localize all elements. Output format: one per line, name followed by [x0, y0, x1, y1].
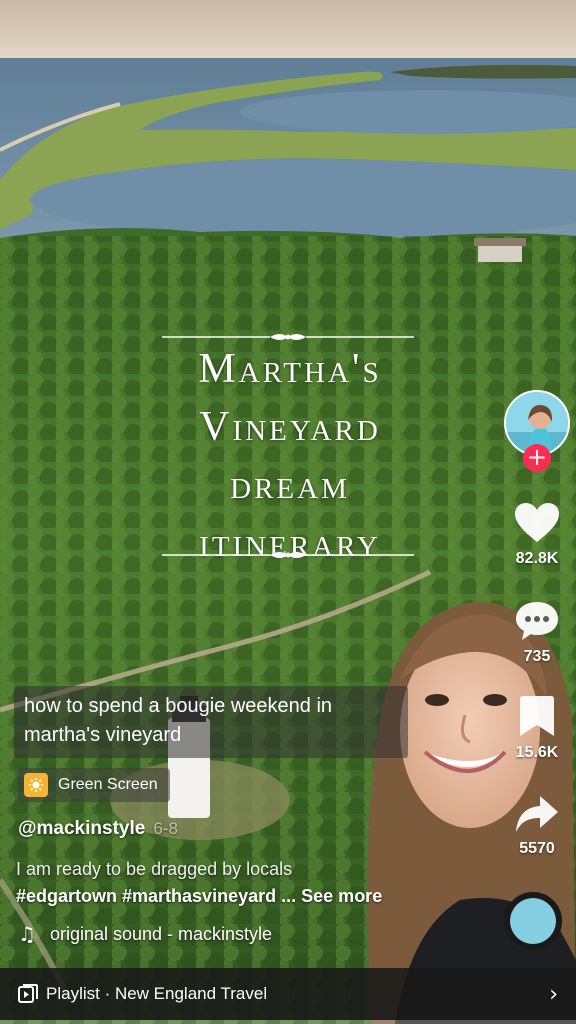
comment-count: 735	[523, 648, 551, 665]
effect-label: Green Screen	[58, 776, 158, 793]
green-screen-effect-icon	[24, 773, 48, 797]
sound-label: original sound - mackinstyle	[49, 923, 273, 944]
bottom-flourish-divider	[162, 552, 414, 558]
chevron-right-icon: ›	[549, 982, 558, 1007]
video-title-overlay: Martha's Vineyard dream itinerary	[150, 340, 430, 572]
playback-progress-bar[interactable]	[0, 1020, 576, 1024]
share-count: 5570	[519, 840, 555, 857]
description-ellipsis: ...	[281, 886, 297, 906]
title-line-2: Vineyard	[199, 404, 381, 450]
like-button[interactable]: 82.8K	[504, 502, 570, 568]
see-more-link[interactable]: See more	[301, 886, 382, 906]
music-note-icon: ♫	[18, 922, 36, 946]
description-text: I am ready to be dragged by locals	[16, 859, 293, 879]
hashtags[interactable]: #edgartown #marthasvineyard	[16, 886, 276, 906]
effect-tag[interactable]: Green Screen	[18, 768, 170, 802]
save-button[interactable]: 15.6K	[504, 694, 570, 762]
username-text[interactable]: @mackinstyle	[18, 818, 145, 839]
comment-button[interactable]: 735	[504, 600, 570, 666]
video-caption: how to spend a bougie weekend in martha'…	[14, 686, 408, 758]
share-button[interactable]: 5570	[504, 794, 570, 858]
playlist-icon	[18, 984, 38, 1003]
sound-disc-avatar	[510, 898, 556, 944]
bookmark-icon	[520, 696, 554, 736]
title-line-1: Martha's	[198, 346, 382, 392]
title-line-3: dream	[230, 462, 350, 508]
video-description: I am ready to be dragged by locals #edga…	[16, 856, 436, 910]
sound-link[interactable]: ♫ original sound - mackinstyle	[18, 922, 272, 946]
creator-username[interactable]: @mackinstyle 6-8	[18, 818, 178, 840]
heart-icon	[515, 503, 559, 542]
playlist-bar[interactable]: Playlist · New England Travel ›	[0, 968, 576, 1020]
post-date: 6-8	[153, 819, 178, 838]
follow-button[interactable]: +	[523, 444, 551, 472]
save-count: 15.6K	[515, 744, 559, 761]
sound-disc[interactable]	[504, 892, 562, 950]
like-count: 82.8K	[515, 550, 559, 567]
comment-bubble-icon	[516, 602, 558, 640]
share-arrow-icon	[516, 796, 558, 832]
playlist-label: Playlist · New England Travel	[46, 984, 268, 1003]
title-line-4: itinerary	[199, 520, 381, 566]
